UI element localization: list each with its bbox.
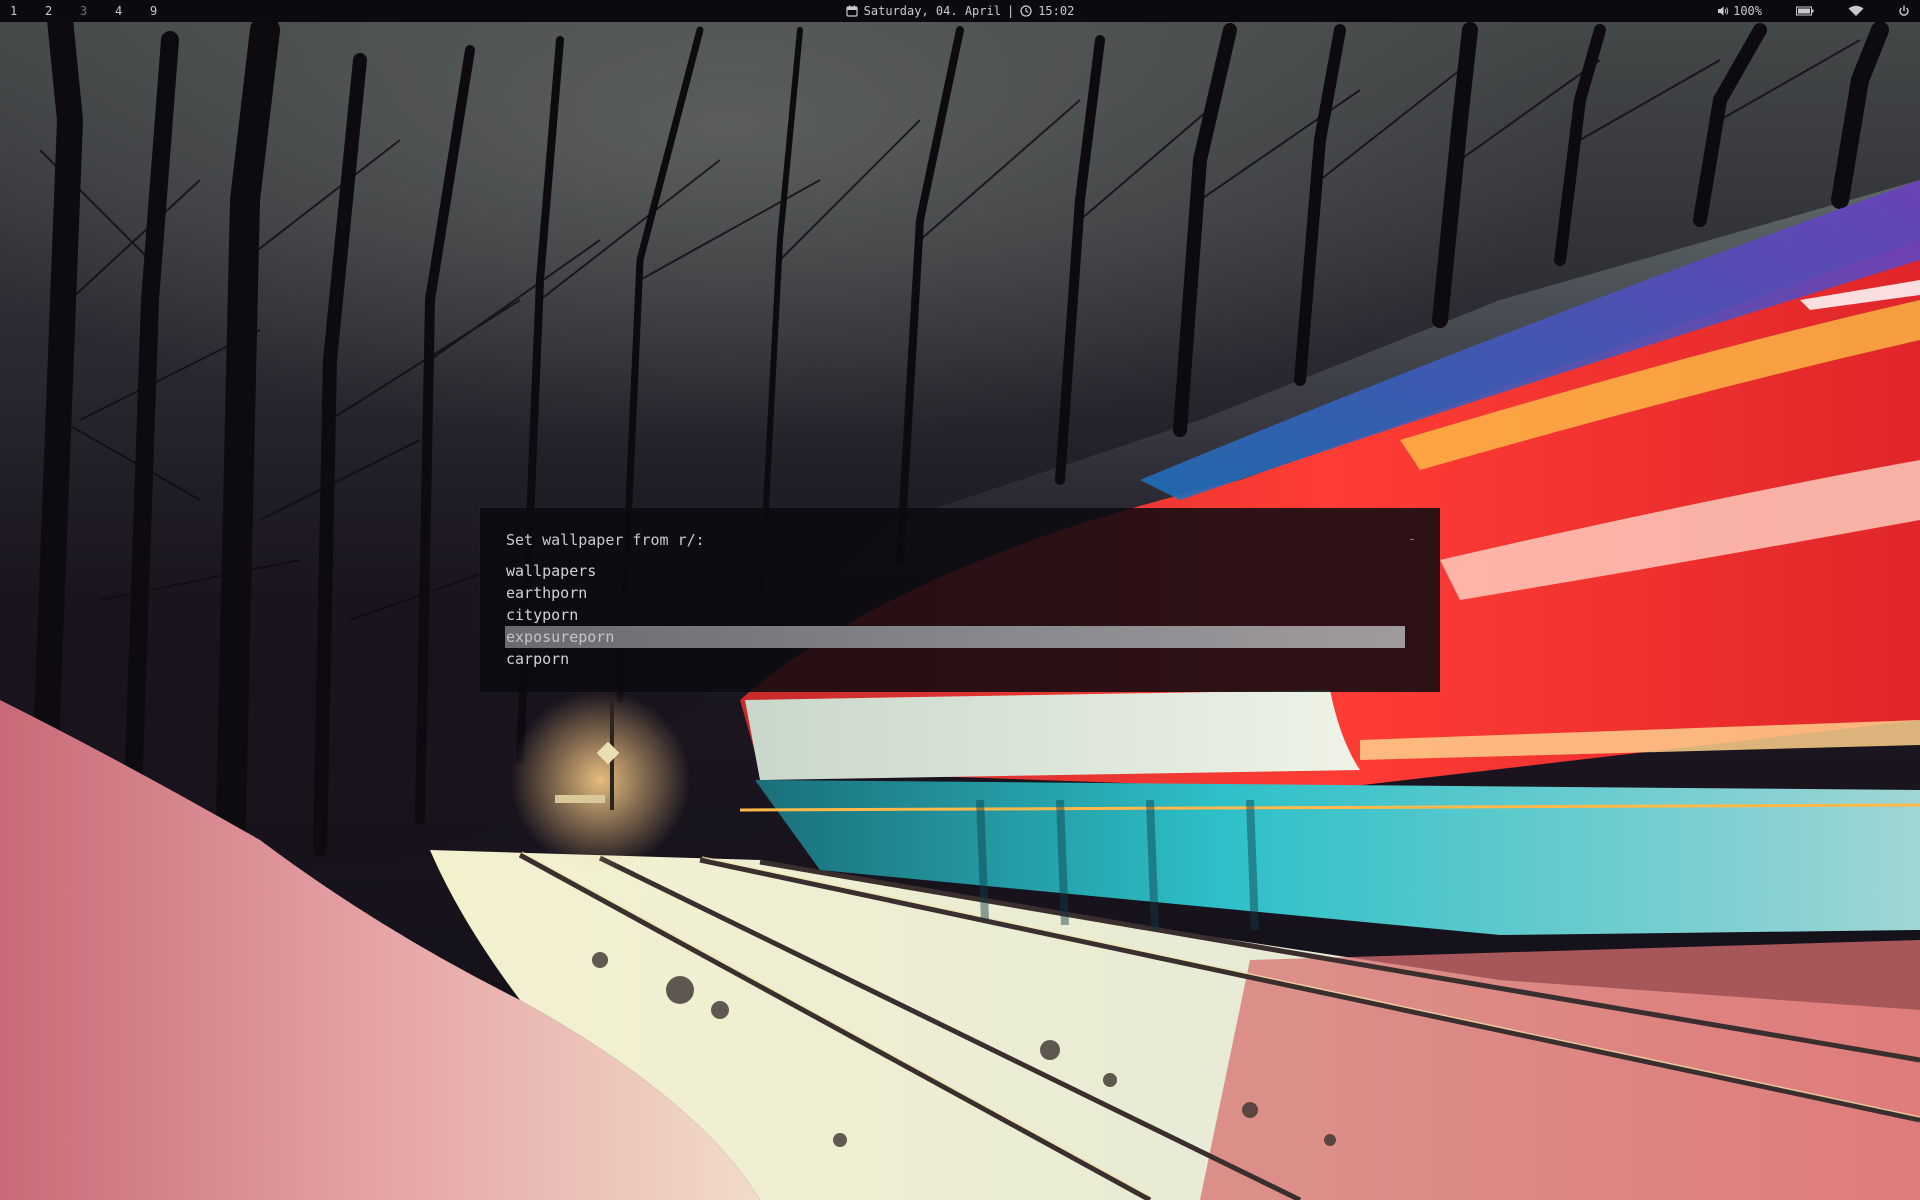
menu-entry-wallpapers[interactable]: wallpapers xyxy=(505,560,1405,582)
wifi-indicator[interactable] xyxy=(1848,0,1864,22)
clock-icon xyxy=(1020,5,1032,17)
top-bar: 12349 Saturday, 04. April | 15:02 100% xyxy=(0,0,1920,22)
calendar-icon xyxy=(846,5,858,17)
volume-icon xyxy=(1718,6,1729,16)
menu-entry-earthporn[interactable]: earthporn xyxy=(505,582,1405,604)
menu-entry-carporn[interactable]: carporn xyxy=(505,648,1405,670)
prompt-row: Set wallpaper from r/: - xyxy=(506,530,1416,550)
menu-entry-cityporn[interactable]: cityporn xyxy=(505,604,1405,626)
date-time-separator: | xyxy=(1006,4,1015,18)
volume-level: 100% xyxy=(1733,4,1762,18)
battery-indicator[interactable] xyxy=(1796,0,1814,22)
date-time-widget: Saturday, 04. April | 15:02 xyxy=(0,0,1920,22)
desktop: 12349 Saturday, 04. April | 15:02 100% S… xyxy=(0,0,1920,1200)
wallpaper-menu: Set wallpaper from r/: - wallpapers earth… xyxy=(480,508,1440,692)
menu-entry-list: wallpapers earthporn cityporn exposureporn c… xyxy=(505,560,1405,670)
wifi-icon xyxy=(1848,5,1864,16)
prompt-label: Set wallpaper from r/: xyxy=(506,531,705,549)
case-indicator: - xyxy=(1408,532,1416,547)
system-tray: 100% xyxy=(1717,0,1910,22)
time-text: 15:02 xyxy=(1038,4,1075,18)
menu-entry-exposureporn[interactable]: exposureporn xyxy=(505,626,1405,648)
volume-indicator[interactable]: 100% xyxy=(1717,0,1762,22)
date-text: Saturday, 04. April xyxy=(863,4,1001,18)
power-button[interactable] xyxy=(1898,0,1910,22)
power-icon xyxy=(1899,5,1909,16)
battery-icon xyxy=(1796,6,1814,16)
